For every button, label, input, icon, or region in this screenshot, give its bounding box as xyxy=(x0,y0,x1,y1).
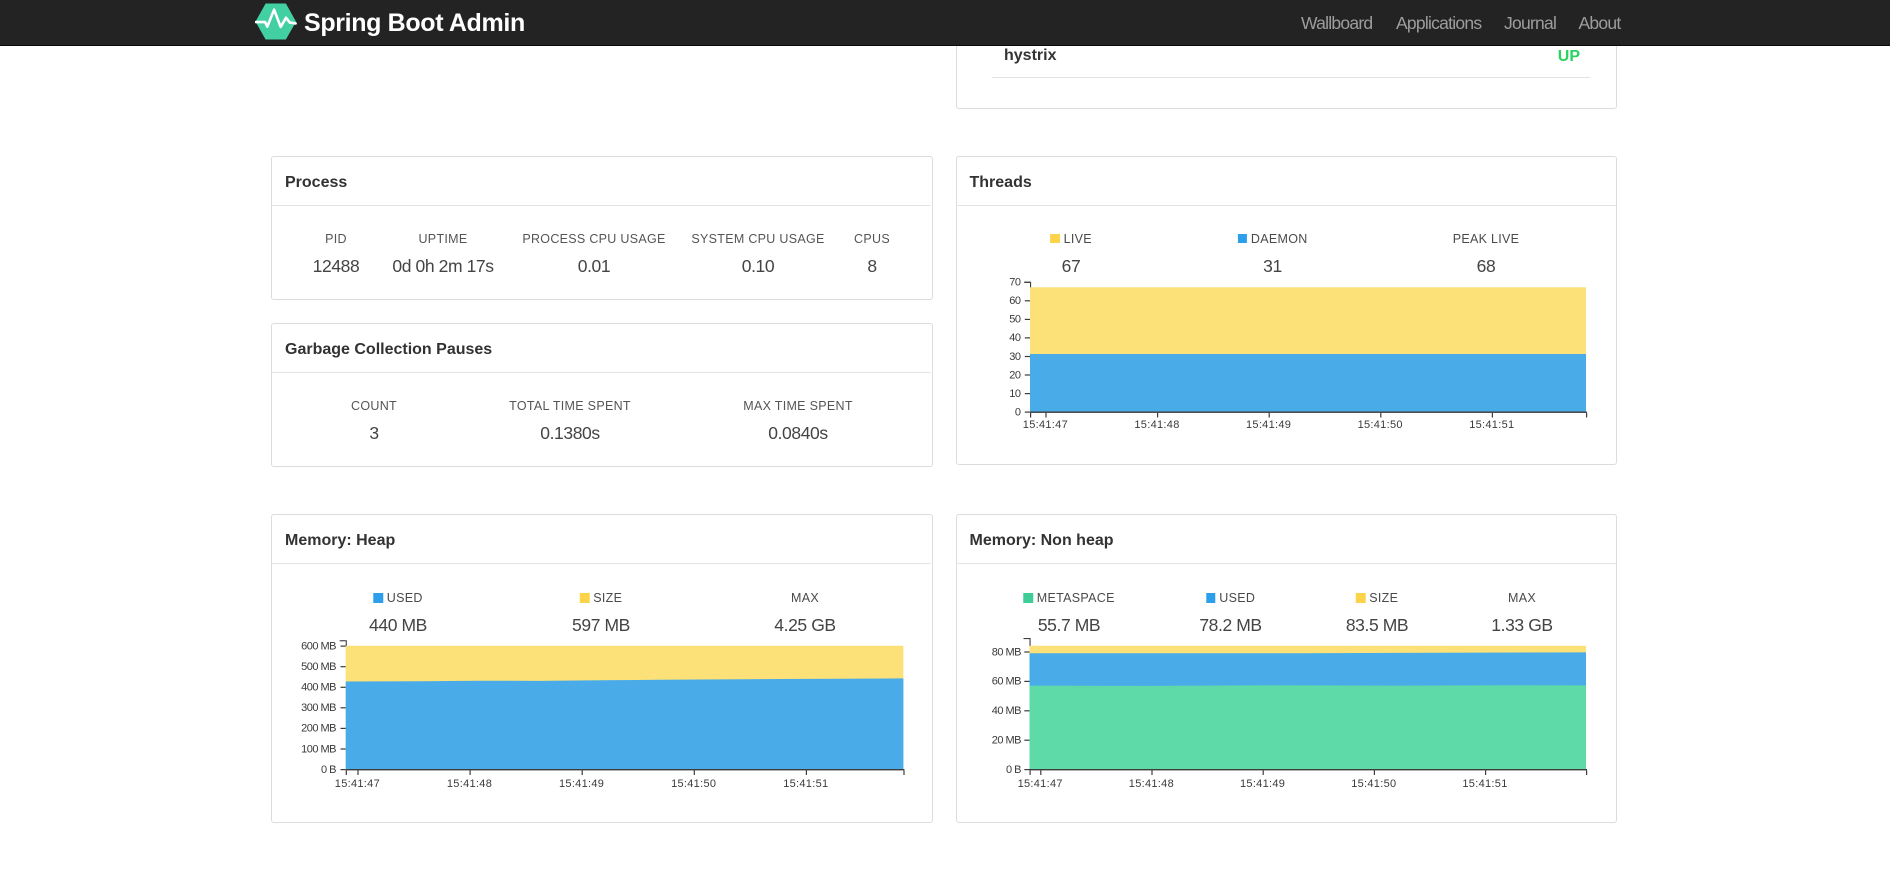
svg-text:10: 10 xyxy=(1009,388,1021,400)
svg-text:60: 60 xyxy=(1009,295,1021,307)
svg-text:50: 50 xyxy=(1009,314,1021,326)
svg-text:15:41:48: 15:41:48 xyxy=(447,778,492,790)
svg-text:15:41:51: 15:41:51 xyxy=(783,778,828,790)
svg-text:400 MB: 400 MB xyxy=(301,682,336,694)
svg-text:40 MB: 40 MB xyxy=(992,705,1021,717)
svg-text:300 MB: 300 MB xyxy=(301,702,336,714)
svg-text:15:41:50: 15:41:50 xyxy=(671,778,716,790)
svg-text:200 MB: 200 MB xyxy=(301,723,336,735)
svg-text:15:41:47: 15:41:47 xyxy=(335,778,380,790)
svg-text:600 MB: 600 MB xyxy=(301,640,336,652)
svg-text:20: 20 xyxy=(1009,369,1021,381)
svg-text:80 MB: 80 MB xyxy=(992,646,1021,658)
svg-text:70: 70 xyxy=(1009,277,1021,289)
svg-text:20 MB: 20 MB xyxy=(992,735,1021,747)
svg-text:0 B: 0 B xyxy=(1006,764,1021,776)
svg-text:15:41:48: 15:41:48 xyxy=(1134,419,1179,431)
svg-text:15:41:51: 15:41:51 xyxy=(1469,419,1514,431)
svg-text:15:41:50: 15:41:50 xyxy=(1358,419,1403,431)
svg-text:500 MB: 500 MB xyxy=(301,661,336,673)
svg-text:0 B: 0 B xyxy=(321,764,336,776)
svg-text:40: 40 xyxy=(1009,332,1021,344)
svg-text:15:41:49: 15:41:49 xyxy=(1246,419,1291,431)
svg-text:30: 30 xyxy=(1009,351,1021,363)
svg-text:15:41:49: 15:41:49 xyxy=(1240,778,1285,790)
svg-text:15:41:50: 15:41:50 xyxy=(1351,778,1396,790)
svg-text:15:41:48: 15:41:48 xyxy=(1129,778,1174,790)
svg-text:100 MB: 100 MB xyxy=(301,743,336,755)
svg-text:15:41:47: 15:41:47 xyxy=(1018,778,1063,790)
svg-text:15:41:51: 15:41:51 xyxy=(1462,778,1507,790)
svg-text:15:41:47: 15:41:47 xyxy=(1023,419,1068,431)
svg-text:0: 0 xyxy=(1015,406,1021,418)
svg-text:15:41:49: 15:41:49 xyxy=(559,778,604,790)
svg-text:60 MB: 60 MB xyxy=(992,676,1021,688)
